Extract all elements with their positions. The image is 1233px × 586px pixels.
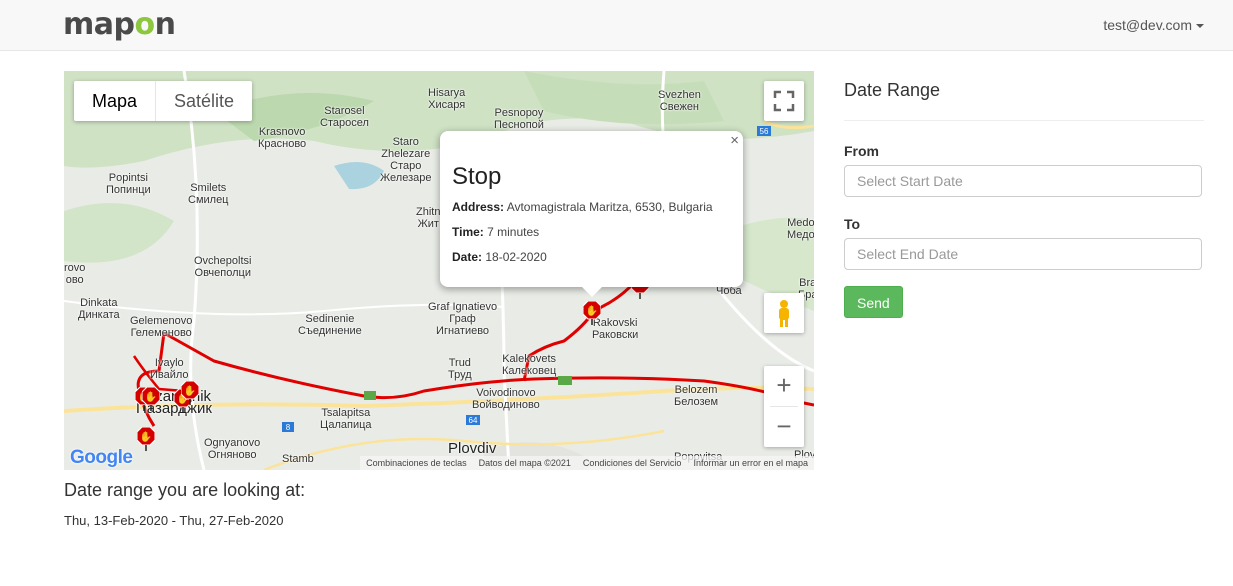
google-logo[interactable]: Google xyxy=(70,447,133,469)
place-label: Ovchepoltsi Овчеполци xyxy=(194,255,252,279)
place-label: Voivodinovo Войводиново xyxy=(472,387,540,411)
pegman-icon xyxy=(779,300,789,327)
place-label: Medo Медо xyxy=(787,217,814,241)
range-heading: Date range you are looking at: xyxy=(64,480,306,500)
stop-marker-icon[interactable]: ✋ xyxy=(137,427,155,451)
panel-divider xyxy=(844,120,1204,121)
road-number: 8 xyxy=(285,423,291,432)
stop-info-window: × Stop Address: Avtomagistrala Maritza, … xyxy=(440,131,743,297)
map-attribution: Combinaciones de teclas Datos del mapa ©… xyxy=(360,456,814,470)
place-label: Ivaylo Ивайло xyxy=(150,357,189,381)
mapon-logo[interactable]: mapon xyxy=(63,8,176,42)
fullscreen-icon xyxy=(773,90,795,112)
place-label: Tsalapitsa Цалапица xyxy=(320,407,372,431)
place-label: Hisarya Хисаря xyxy=(428,87,466,111)
map-data-label: Datos del mapa ©2021 xyxy=(478,458,571,468)
place-label: Trud Труд xyxy=(448,357,472,381)
road-number: 56 xyxy=(759,127,769,136)
info-date-row: Date: 18-02-2020 xyxy=(452,250,547,264)
place-label: Starosel Старосел xyxy=(320,105,369,129)
place-label: Sedinenie Съединение xyxy=(298,313,362,337)
fullscreen-button[interactable] xyxy=(764,81,804,121)
svg-text:✋: ✋ xyxy=(184,384,196,397)
place-label: Gelemenovo Гелеменово xyxy=(130,315,193,339)
send-button[interactable]: Send xyxy=(844,286,903,318)
stop-marker-icon[interactable]: ✋ xyxy=(583,301,601,325)
place-label: Ognyanovo Огняново xyxy=(204,437,261,461)
info-time-row: Time: 7 minutes xyxy=(452,225,540,239)
route-map[interactable]: 56 8 64 Hisarya Хисаря Pesnopoy Песнопой S… xyxy=(64,71,814,470)
close-icon[interactable]: × xyxy=(730,132,739,149)
place-label: Kalekovets Калековец xyxy=(502,353,557,377)
info-window-title: Stop xyxy=(452,163,502,190)
zoom-out-button[interactable]: − xyxy=(764,407,804,447)
place-label: Svezhen Свежен xyxy=(658,89,701,113)
caret-down-icon xyxy=(1196,24,1204,29)
terms-link[interactable]: Condiciones del Servicio xyxy=(583,456,682,470)
from-label: From xyxy=(844,143,879,159)
to-label: To xyxy=(844,216,861,232)
keyboard-shortcuts-link[interactable]: Combinaciones de teclas xyxy=(366,456,467,470)
stop-marker-icon[interactable]: ✋ xyxy=(181,381,199,405)
user-menu[interactable]: test@dev.com xyxy=(1103,17,1204,33)
svg-text:✋: ✋ xyxy=(145,390,157,403)
report-error-link[interactable]: Informar un error en el mapa xyxy=(693,456,808,470)
top-navbar: mapon test@dev.com xyxy=(0,0,1233,51)
place-label: Pesnopoy Песнопой xyxy=(494,107,544,131)
road-number: 64 xyxy=(468,416,478,425)
place-label: Graf Ignatievo Граф Игнатиево xyxy=(428,301,498,337)
panel-title: Date Range xyxy=(844,80,941,100)
street-view-button[interactable] xyxy=(764,293,804,333)
zoom-in-button[interactable]: + xyxy=(764,366,804,406)
end-date-input[interactable]: Select End Date xyxy=(844,238,1202,270)
range-value: Thu, 13-Feb-2020 - Thu, 27-Feb-2020 xyxy=(64,513,284,528)
stop-marker-icon[interactable]: ✋ xyxy=(142,387,160,411)
place-label: Belozem Белозем xyxy=(674,384,719,408)
place-label: rovo ово xyxy=(64,262,86,286)
place-label: Popintsi Попинци xyxy=(106,172,151,196)
map-type-satellite-button[interactable]: Satélite xyxy=(155,81,252,121)
place-label: Zhitn Жит xyxy=(416,206,441,230)
place-label: Plovdiv xyxy=(448,440,497,457)
svg-text:✋: ✋ xyxy=(140,430,152,443)
date-range-panel: Date Range From Select Start Date To Sel… xyxy=(844,71,1204,318)
place-label: Staro Zhelezare Старо Железаре xyxy=(380,136,432,184)
svg-text:✋: ✋ xyxy=(586,304,598,317)
start-date-input[interactable]: Select Start Date xyxy=(844,165,1202,197)
map-type-control: Mapa Satélite xyxy=(74,81,253,121)
place-label: Krasnovo Красново xyxy=(258,126,307,150)
zoom-control: + − xyxy=(764,366,804,447)
info-address-row: Address: Avtomagistrala Maritza, 6530, B… xyxy=(452,200,713,214)
map-type-map-button[interactable]: Mapa xyxy=(74,81,155,121)
place-label: Smilets Смилец xyxy=(188,182,229,206)
place-label: Stamb xyxy=(282,453,314,465)
place-label: Dinkata Динката xyxy=(78,297,120,321)
user-email: test@dev.com xyxy=(1103,17,1192,33)
